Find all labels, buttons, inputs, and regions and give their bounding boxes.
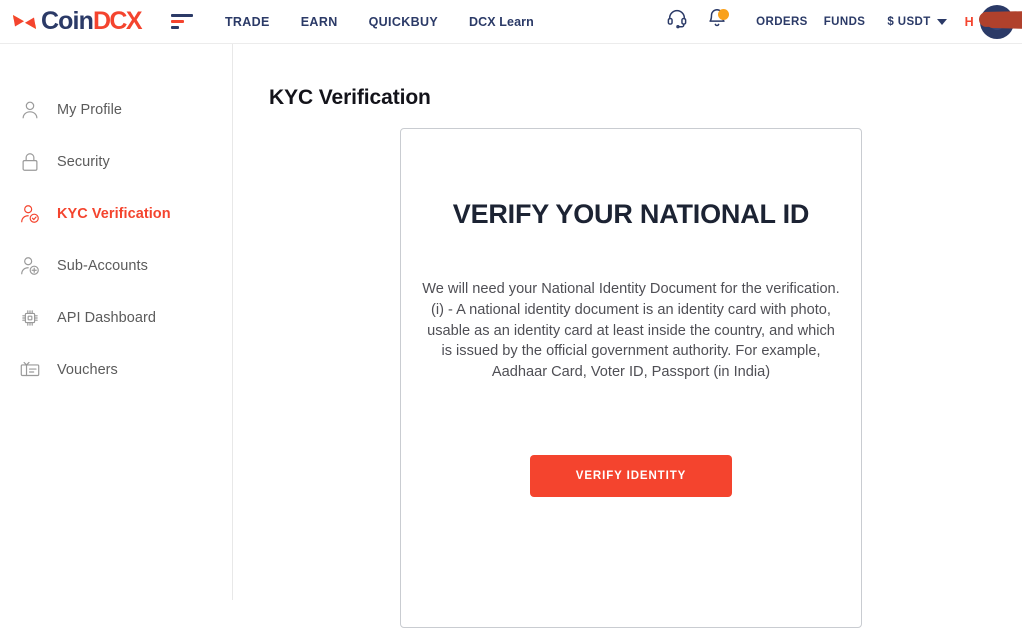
- nav-link-earn[interactable]: EARN: [301, 15, 338, 29]
- kyc-verification-card: VERIFY YOUR NATIONAL ID We will need you…: [400, 128, 862, 628]
- headset-support-icon: [667, 9, 687, 28]
- card-heading: VERIFY YOUR NATIONAL ID: [452, 199, 810, 229]
- sidebar-label-my-profile: My Profile: [57, 102, 122, 118]
- sidebar-item-kyc-verification[interactable]: KYC Verification: [0, 188, 232, 240]
- main-content: KYC Verification VERIFY YOUR NATIONAL ID…: [233, 44, 1022, 628]
- chevron-down-icon: [936, 18, 947, 25]
- hamburger-menu-icon[interactable]: [170, 12, 195, 32]
- gift-voucher-icon: [14, 355, 46, 385]
- sidebar-label-vouchers: Vouchers: [57, 362, 118, 378]
- logo-text-coin: Coin: [41, 7, 94, 35]
- nav-link-dcx-learn[interactable]: DCX Learn: [469, 15, 534, 29]
- chip-icon: [14, 303, 46, 333]
- settings-sidebar: My Profile Security KYC Verification Sub…: [0, 44, 233, 600]
- user-add-icon: [14, 251, 46, 281]
- user-profile-icon: [14, 95, 46, 125]
- verify-identity-button[interactable]: VERIFY IDENTITY: [529, 454, 733, 497]
- orders-link[interactable]: ORDERS: [756, 16, 808, 28]
- notifications-button[interactable]: [700, 7, 734, 37]
- user-verified-icon: [14, 199, 46, 229]
- card-body-line-2: (i) - A national identity document is an…: [427, 301, 835, 381]
- coindcx-logo[interactable]: CoinDCX: [12, 0, 143, 44]
- nav-link-trade[interactable]: TRADE: [225, 15, 270, 29]
- card-body-text: We will need your National Identity Docu…: [421, 279, 841, 383]
- sidebar-label-sub-accounts: Sub-Accounts: [57, 258, 148, 274]
- currency-selector[interactable]: $ USDT: [887, 15, 947, 28]
- support-button[interactable]: [660, 7, 694, 37]
- sidebar-item-api-dashboard[interactable]: API Dashboard: [0, 292, 232, 344]
- sidebar-item-security[interactable]: Security: [0, 136, 232, 188]
- header-right-actions: ORDERS FUNDS $ USDT H: [660, 0, 1022, 44]
- sidebar-item-my-profile[interactable]: My Profile: [0, 84, 232, 136]
- sidebar-item-vouchers[interactable]: Vouchers: [0, 344, 232, 396]
- nav-link-quickbuy[interactable]: QUICKBUY: [369, 15, 438, 29]
- currency-label: $ USDT: [887, 15, 931, 28]
- user-name-label: H: [964, 14, 974, 29]
- card-body-line-1: We will need your National Identity Docu…: [422, 281, 840, 297]
- user-menu[interactable]: H: [964, 0, 1022, 44]
- redaction-overlay-2: [986, 16, 1022, 30]
- logo-text-dcx: DCX: [92, 7, 143, 35]
- sidebar-item-sub-accounts[interactable]: Sub-Accounts: [0, 240, 232, 292]
- coindcx-butterfly-logo: [13, 14, 36, 29]
- notification-badge-dot: [718, 8, 730, 20]
- top-header: CoinDCX TRADE EARN QUICKBUY DCX Learn OR…: [0, 0, 1022, 44]
- page-title: KYC Verification: [269, 86, 431, 109]
- sidebar-label-security: Security: [57, 154, 110, 170]
- primary-navigation: TRADE EARN QUICKBUY DCX Learn: [225, 15, 565, 29]
- sidebar-label-kyc-verification: KYC Verification: [57, 206, 171, 222]
- funds-link[interactable]: FUNDS: [824, 16, 866, 28]
- lock-icon: [14, 147, 46, 177]
- sidebar-label-api-dashboard: API Dashboard: [57, 310, 156, 326]
- card-actions: VERIFY IDENTITY: [401, 454, 861, 497]
